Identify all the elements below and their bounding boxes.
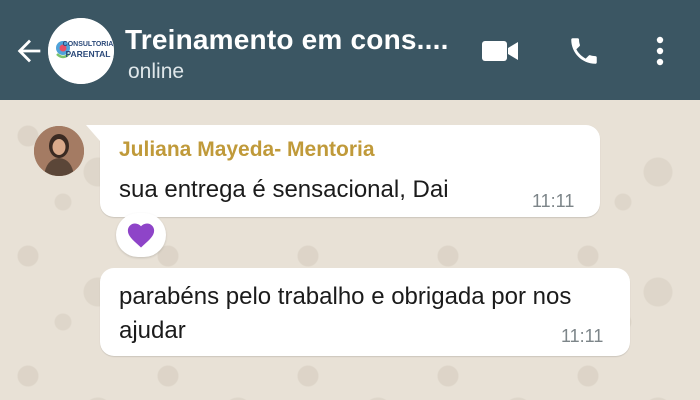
purple-heart-icon	[127, 223, 155, 248]
message-reaction[interactable]	[116, 213, 166, 257]
message-time: 11:11	[532, 191, 575, 211]
sender-avatar[interactable]	[34, 126, 84, 176]
chat-header: CONSULTORIA PARENTAL Treinamento em cons…	[0, 0, 700, 100]
message-bubble[interactable]: Juliana Mayeda- Mentoria sua entrega é s…	[86, 125, 600, 217]
svg-text:PARENTAL: PARENTAL	[65, 49, 110, 59]
chat-title[interactable]: Treinamento em cons....	[125, 24, 470, 56]
message-time: 11:11	[561, 326, 604, 346]
chat-status: online	[128, 60, 185, 83]
message-text: parabéns pelo trabalho e obrigada por no…	[119, 283, 572, 344]
sender-name[interactable]: Juliana Mayeda- Mentoria	[119, 138, 375, 162]
message-bubble[interactable]: parabéns pelo trabalho e obrigada por no…	[100, 268, 630, 356]
more-vertical-icon[interactable]	[648, 34, 672, 68]
phone-icon[interactable]	[566, 34, 602, 68]
message-text: sua entrega é sensacional, Dai	[119, 176, 449, 203]
svg-text:CONSULTORIA: CONSULTORIA	[63, 41, 114, 48]
consultoria-parental-logo: CONSULTORIA PARENTAL	[48, 18, 114, 84]
person-photo	[34, 126, 84, 176]
back-arrow-icon[interactable]	[12, 34, 46, 68]
video-call-icon[interactable]	[480, 34, 520, 68]
group-avatar[interactable]: CONSULTORIA PARENTAL	[48, 18, 114, 84]
